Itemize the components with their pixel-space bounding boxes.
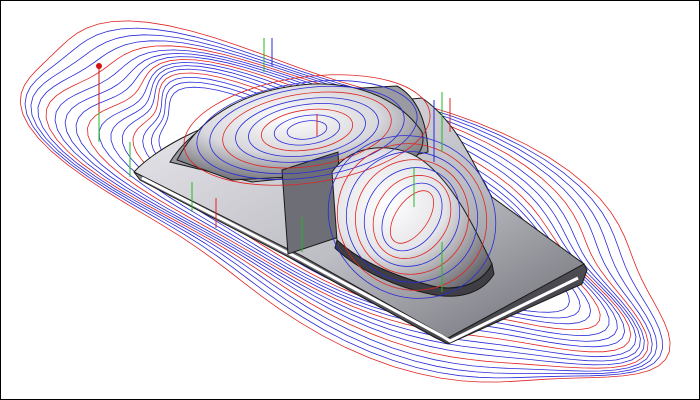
- viewport-frame: [0, 0, 700, 400]
- origin-dot-icon[interactable]: [96, 63, 102, 69]
- 3d-viewport[interactable]: [2, 2, 700, 400]
- part-body: [133, 83, 588, 345]
- toolpath-scene[interactable]: [2, 2, 700, 400]
